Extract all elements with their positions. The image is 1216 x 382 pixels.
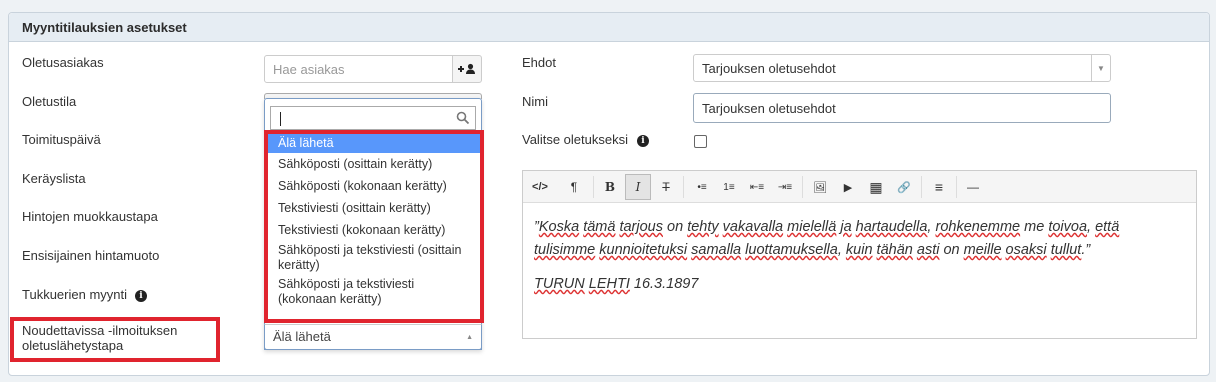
paragraph-icon: ¶ bbox=[570, 180, 578, 194]
customer-search-input[interactable]: Hae asiakas bbox=[264, 55, 453, 83]
dropdown-search-input[interactable] bbox=[270, 106, 476, 130]
table-icon: ▦ bbox=[869, 178, 883, 195]
label-picking-list: Keräyslista bbox=[22, 171, 86, 186]
outdent-icon: ⇤≡ bbox=[749, 181, 765, 193]
annotation-box-options bbox=[264, 130, 484, 323]
label-terms: Ehdot bbox=[522, 55, 556, 70]
align-button[interactable]: ≡ bbox=[926, 174, 952, 200]
label-default-customer: Oletusasiakas bbox=[22, 55, 104, 70]
image-icon: 🖼 bbox=[813, 181, 827, 194]
align-icon: ≡ bbox=[934, 179, 944, 195]
label-name: Nimi bbox=[522, 94, 548, 109]
editor-toolbar: </> ¶ B I T •≡ 1≡ ⇤≡ ⇥≡ 🖼 ▶ ▦ 🔗 ≡ — bbox=[523, 171, 1196, 203]
italic-button[interactable]: I bbox=[625, 174, 651, 200]
quote-paragraph: ”Koska tämä tarjous on tehty vakavalla m… bbox=[534, 219, 1120, 258]
pickup-notice-select[interactable]: Älä lähetä ▲ bbox=[264, 324, 482, 350]
panel-heading: Myyntitilauksien asetukset bbox=[9, 13, 1209, 42]
label-default-status: Oletustila bbox=[22, 94, 77, 109]
insert-image-button[interactable]: 🖼 bbox=[807, 174, 833, 200]
chevron-up-icon: ▲ bbox=[466, 334, 473, 341]
text-caret bbox=[280, 112, 281, 126]
insert-link-button[interactable]: 🔗 bbox=[891, 174, 917, 200]
indent-button[interactable]: ⇥≡ bbox=[772, 174, 798, 200]
panel-title: Myyntitilauksien asetukset bbox=[22, 20, 187, 35]
rich-text-editor: </> ¶ B I T •≡ 1≡ ⇤≡ ⇥≡ 🖼 ▶ ▦ 🔗 ≡ — ”Kos… bbox=[522, 170, 1197, 339]
customer-search-placeholder: Hae asiakas bbox=[273, 61, 345, 77]
terms-selected-value: Tarjouksen oletusehdot bbox=[702, 60, 836, 76]
numbered-list-icon: 1≡ bbox=[723, 181, 735, 193]
bullet-list-icon: •≡ bbox=[697, 181, 707, 193]
search-icon bbox=[456, 111, 470, 125]
label-price-edit-mode: Hintojen muokkaustapa bbox=[22, 209, 158, 224]
numbered-list-button[interactable]: 1≡ bbox=[716, 174, 742, 200]
label-delivery-date: Toimituspäivä bbox=[22, 132, 101, 147]
bold-icon: B bbox=[604, 180, 616, 194]
bullet-list-button[interactable]: •≡ bbox=[689, 174, 715, 200]
info-icon[interactable]: i bbox=[636, 135, 649, 147]
toolbar-separator bbox=[683, 176, 684, 198]
set-default-checkbox[interactable] bbox=[694, 135, 707, 148]
annotation-box-label bbox=[10, 317, 220, 362]
bold-button[interactable]: B bbox=[597, 174, 623, 200]
add-user-icon bbox=[458, 63, 475, 74]
label-primary-price-format: Ensisijainen hintamuoto bbox=[22, 248, 160, 263]
horizontal-rule-button[interactable]: — bbox=[960, 174, 986, 200]
terms-select[interactable]: Tarjouksen oletusehdot ▼ bbox=[693, 54, 1111, 82]
insert-table-button[interactable]: ▦ bbox=[863, 174, 889, 200]
strikethrough-icon: T bbox=[662, 180, 670, 194]
label-wholesale-sales-text: Tukkuerien myynti bbox=[22, 287, 127, 302]
paragraph-button[interactable]: ¶ bbox=[561, 174, 587, 200]
name-input-value: Tarjouksen oletusehdot bbox=[702, 100, 836, 116]
toolbar-separator bbox=[921, 176, 922, 198]
toolbar-separator bbox=[593, 176, 594, 198]
code-icon: </> bbox=[532, 181, 548, 193]
info-icon[interactable]: i bbox=[135, 290, 147, 302]
add-customer-button[interactable] bbox=[452, 55, 482, 83]
label-set-default-text: Valitse oletukseksi bbox=[522, 132, 628, 147]
chevron-down-icon: ▼ bbox=[1091, 55, 1110, 81]
insert-video-button[interactable]: ▶ bbox=[835, 174, 861, 200]
indent-icon: ⇥≡ bbox=[777, 181, 793, 193]
toolbar-separator bbox=[802, 176, 803, 198]
outdent-button[interactable]: ⇤≡ bbox=[744, 174, 770, 200]
pickup-notice-selected-value: Älä lähetä bbox=[273, 329, 331, 344]
label-set-default: Valitse oletukseksi i bbox=[522, 132, 649, 147]
video-icon: ▶ bbox=[843, 181, 853, 194]
strikethrough-button[interactable]: T bbox=[653, 174, 679, 200]
code-view-button[interactable]: </> bbox=[527, 174, 553, 200]
name-input[interactable]: Tarjouksen oletusehdot bbox=[693, 93, 1111, 123]
source-paragraph: TURUN LEHTI 16.3.1897 bbox=[534, 276, 699, 292]
label-wholesale-sales: Tukkuerien myynti i bbox=[22, 287, 147, 302]
toolbar-separator bbox=[956, 176, 957, 198]
italic-icon: I bbox=[635, 180, 641, 194]
editor-content[interactable]: ”Koska tämä tarjous on tehty vakavalla m… bbox=[534, 216, 1182, 296]
horizontal-rule-icon: — bbox=[967, 180, 979, 194]
link-icon: 🔗 bbox=[897, 181, 911, 194]
